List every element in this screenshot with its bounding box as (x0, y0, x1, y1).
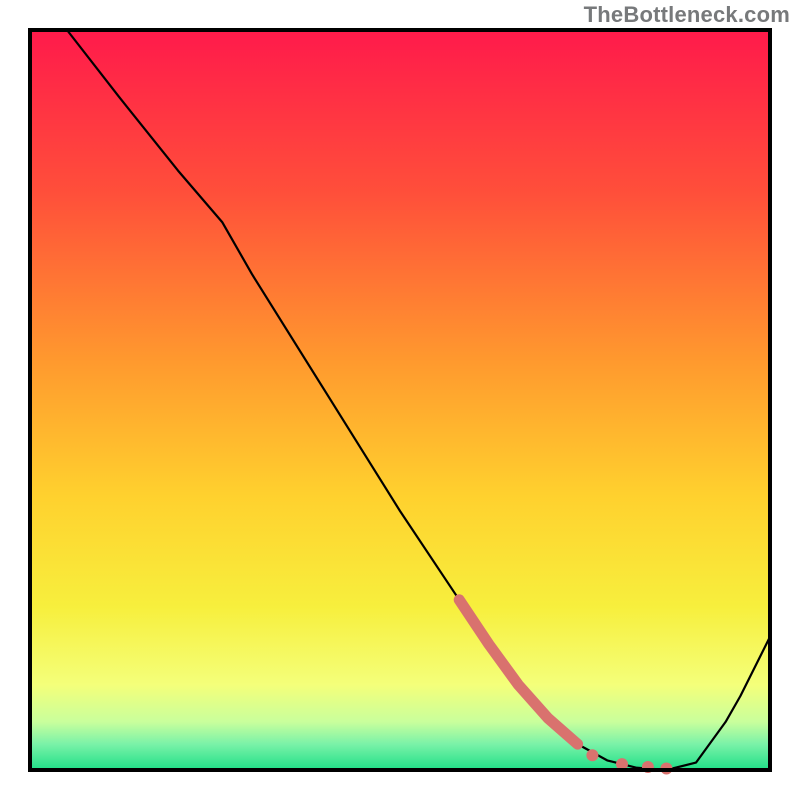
gradient-background (30, 30, 770, 770)
chart-svg (0, 0, 800, 800)
highlight-dot (586, 749, 598, 761)
chart-stage: TheBottleneck.com (0, 0, 800, 800)
plot-layer (30, 30, 770, 775)
watermark-text: TheBottleneck.com (584, 2, 790, 28)
